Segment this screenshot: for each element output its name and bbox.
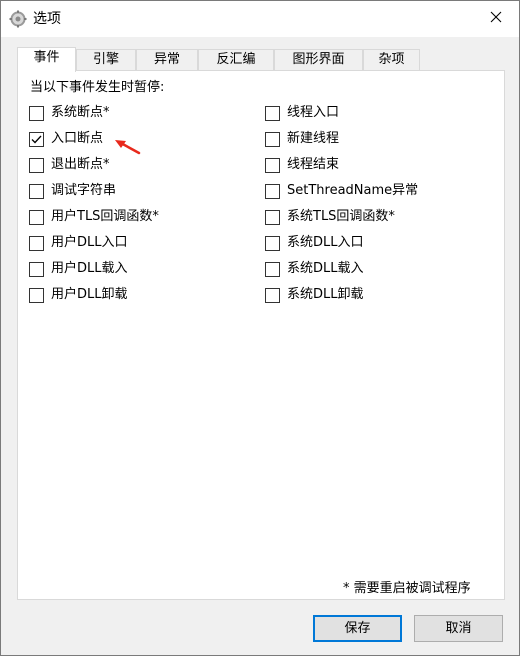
tab-events[interactable]: 事件: [17, 47, 76, 72]
checkbox-box[interactable]: [265, 209, 280, 225]
checkbox-label: 系统断点*: [51, 105, 110, 120]
checkbox-box[interactable]: [29, 235, 44, 251]
restart-note: * 需要重启被调试程序: [343, 581, 471, 596]
checkbox-box[interactable]: [265, 105, 280, 121]
checkbox-exit-breakpoint[interactable]: 退出断点*: [29, 156, 110, 174]
checkbox-system-dll-entry[interactable]: 系统DLL入口: [265, 234, 364, 252]
checkbox-system-dll-load[interactable]: 系统DLL载入: [265, 260, 364, 278]
checkbox-box-checked[interactable]: [29, 131, 44, 147]
checkbox-box[interactable]: [29, 287, 44, 303]
annotation-arrow-icon: [115, 140, 141, 155]
checkbox-label: 线程入口: [287, 105, 340, 120]
checkbox-entry-breakpoint[interactable]: 入口断点: [29, 130, 103, 148]
events-panel: 当以下事件发生时暂停:: [17, 70, 505, 600]
checkbox-label: 入口断点: [51, 131, 104, 146]
tab-misc[interactable]: 杂项: [363, 49, 420, 71]
checkbox-label: 用户TLS回调函数*: [51, 209, 159, 224]
checkbox-label: 调试字符串: [51, 183, 117, 198]
checkbox-box[interactable]: [265, 235, 280, 251]
checkbox-label: 系统DLL入口: [287, 235, 364, 250]
checkbox-box[interactable]: [29, 105, 44, 121]
checkbox-user-dll-load[interactable]: 用户DLL载入: [29, 260, 128, 278]
checkbox-system-dll-unload[interactable]: 系统DLL卸载: [265, 286, 364, 304]
checkbox-box[interactable]: [265, 157, 280, 173]
tab-exceptions[interactable]: 异常: [136, 49, 198, 71]
checkbox-label: SetThreadName异常: [287, 183, 419, 198]
checkbox-setthreadname-exception[interactable]: SetThreadName异常: [265, 182, 418, 200]
cancel-button[interactable]: 取消: [414, 615, 503, 642]
close-icon: [490, 11, 502, 27]
checkbox-label: 系统DLL卸载: [287, 287, 364, 302]
checkbox-box[interactable]: [29, 183, 44, 199]
checkbox-label: 新建线程: [287, 131, 340, 146]
checkbox-box[interactable]: [265, 261, 280, 277]
checkbox-box[interactable]: [265, 131, 280, 147]
checkbox-box[interactable]: [29, 261, 44, 277]
checkbox-box[interactable]: [265, 287, 280, 303]
checkbox-label: 线程结束: [287, 157, 340, 172]
checkbox-label: 用户DLL卸载: [51, 287, 128, 302]
checkbox-thread-end[interactable]: 线程结束: [265, 156, 339, 174]
tab-engine[interactable]: 引擎: [76, 49, 136, 71]
events-heading: 当以下事件发生时暂停:: [30, 80, 165, 95]
checkbox-user-tls-callback[interactable]: 用户TLS回调函数*: [29, 208, 159, 226]
checkbox-box[interactable]: [29, 209, 44, 225]
checkbox-user-dll-unload[interactable]: 用户DLL卸载: [29, 286, 128, 304]
options-dialog: 选项 事件 引擎 异常 反汇编 图形界面 杂项 当以下事件发生时暂停: 系统断点…: [0, 0, 520, 656]
title-bar[interactable]: 选项: [1, 1, 519, 37]
checkbox-label: 系统DLL载入: [287, 261, 364, 276]
dialog-title: 选项: [33, 11, 61, 27]
checkbox-thread-entry[interactable]: 线程入口: [265, 104, 339, 122]
close-button[interactable]: [473, 1, 519, 37]
checkbox-system-tls-callback[interactable]: 系统TLS回调函数*: [265, 208, 395, 226]
checkbox-label: 系统TLS回调函数*: [287, 209, 395, 224]
checkbox-label: 用户DLL入口: [51, 235, 128, 250]
tab-gui[interactable]: 图形界面: [274, 49, 363, 71]
tab-disassembly[interactable]: 反汇编: [198, 49, 274, 71]
save-button[interactable]: 保存: [313, 615, 402, 642]
checkmark-icon: [31, 135, 42, 143]
checkbox-user-dll-entry[interactable]: 用户DLL入口: [29, 234, 128, 252]
checkbox-thread-create[interactable]: 新建线程: [265, 130, 339, 148]
gear-icon: [9, 10, 27, 28]
checkbox-box[interactable]: [29, 157, 44, 173]
checkbox-box[interactable]: [265, 183, 280, 199]
checkbox-label: 退出断点*: [51, 157, 110, 172]
checkbox-label: 用户DLL载入: [51, 261, 128, 276]
checkbox-system-breakpoint[interactable]: 系统断点*: [29, 104, 110, 122]
checkbox-debug-string[interactable]: 调试字符串: [29, 182, 116, 200]
